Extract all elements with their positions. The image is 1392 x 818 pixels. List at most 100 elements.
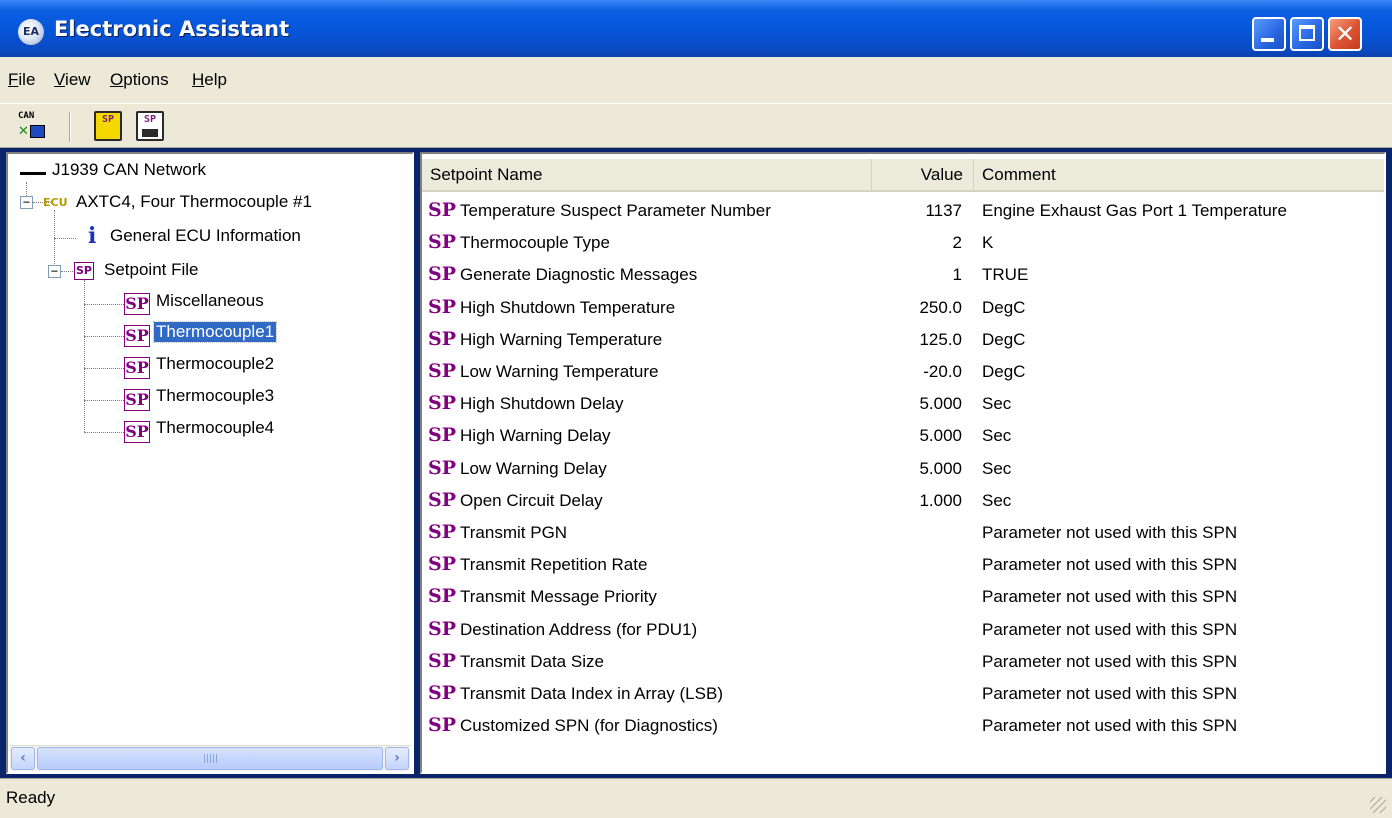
setpoint-value-cell[interactable]: 125.0 <box>872 323 962 356</box>
setpoint-value-cell[interactable] <box>872 613 962 646</box>
table-row[interactable]: SP Destination Address (for PDU1) Paramete… <box>422 613 1384 646</box>
setpoint-name-cell[interactable]: SP Thermocouple Type <box>428 226 868 259</box>
setpoint-name-cell[interactable]: SP High Warning Temperature <box>428 323 868 356</box>
table-row[interactable]: SP Transmit Repetition Rate Parameter not … <box>422 548 1384 581</box>
setpoint-name: Transmit Data Size <box>460 651 604 671</box>
setpoint-name-cell[interactable]: SP Open Circuit Delay <box>428 484 868 517</box>
menu-bar: File View Options Help <box>0 57 1392 103</box>
menu-options[interactable]: Options <box>110 70 169 90</box>
title-bar[interactable]: EA Electronic Assistant ✕ <box>0 0 1392 57</box>
setpoint-comment-cell: Sec <box>982 490 1012 510</box>
setpoint-value-cell[interactable]: 5.000 <box>872 387 962 420</box>
tree-node-can-network[interactable]: J1939 CAN Network <box>52 160 206 180</box>
window-title: Electronic Assistant <box>54 17 290 41</box>
sp-icon: SP <box>428 360 457 382</box>
setpoint-name-cell[interactable]: SP Transmit PGN <box>428 516 868 549</box>
setpoint-value-cell[interactable] <box>872 709 962 742</box>
ecu-tree[interactable]: J1939 CAN Network − ECU AXTC4, Four Ther… <box>6 152 414 774</box>
setpoint-list[interactable]: Setpoint Name Value Comment SP Temperatur… <box>420 152 1386 774</box>
scroll-grip-icon <box>204 754 218 763</box>
save-setpoint-file-button[interactable]: SP <box>136 111 164 141</box>
scroll-left-button[interactable]: ‹ <box>11 747 35 770</box>
setpoint-name-cell[interactable]: SP High Shutdown Delay <box>428 387 868 420</box>
setpoint-value-cell[interactable]: 1 <box>872 258 962 291</box>
setpoint-value-cell[interactable] <box>872 580 962 613</box>
tree-connector <box>84 368 124 369</box>
setpoint-value-cell[interactable]: 5.000 <box>872 452 962 485</box>
table-row[interactable]: SP High Shutdown Temperature 250.0 DegC <box>422 291 1384 324</box>
setpoint-value-cell[interactable] <box>872 645 962 678</box>
table-row[interactable]: SP Transmit Message Priority Parameter not… <box>422 580 1384 613</box>
minimize-button[interactable] <box>1252 17 1286 51</box>
setpoint-value-cell[interactable]: -20.0 <box>872 355 962 388</box>
setpoint-value-cell[interactable]: 5.000 <box>872 419 962 452</box>
tree-node-general-ecu-info[interactable]: General ECU Information <box>110 226 301 246</box>
open-setpoint-file-button[interactable]: SP <box>94 111 122 141</box>
setpoint-value-cell[interactable]: 1137 <box>872 194 962 227</box>
table-row[interactable]: SP Generate Diagnostic Messages 1 TRUE <box>422 258 1384 291</box>
setpoint-name-cell[interactable]: SP High Shutdown Temperature <box>428 291 868 324</box>
setpoint-comment-cell: Parameter not used with this SPN <box>982 684 1238 703</box>
tree-node-ecu[interactable]: AXTC4, Four Thermocouple #1 <box>76 192 312 212</box>
setpoint-name-cell[interactable]: SP Low Warning Delay <box>428 452 868 485</box>
close-button[interactable]: ✕ <box>1328 17 1362 51</box>
setpoint-value-cell[interactable] <box>872 677 962 710</box>
tree-node-thermocouple3[interactable]: Thermocouple3 <box>156 386 274 406</box>
setpoint-name-cell[interactable]: SP Generate Diagnostic Messages <box>428 258 868 291</box>
monitor-icon <box>30 125 45 138</box>
table-row[interactable]: SP Transmit PGN Parameter not used with th… <box>422 516 1384 549</box>
setpoint-value-cell[interactable]: 1.000 <box>872 484 962 517</box>
table-row[interactable]: SP Transmit Data Index in Array (LSB) Para… <box>422 677 1384 710</box>
table-row[interactable]: SP Low Warning Delay 5.000 Sec <box>422 452 1384 485</box>
setpoint-value-cell[interactable] <box>872 548 962 581</box>
table-row[interactable]: SP Transmit Data Size Parameter not used w… <box>422 645 1384 678</box>
table-row[interactable]: SP Thermocouple Type 2 K <box>422 226 1384 259</box>
app-logo-icon[interactable]: EA <box>18 19 44 45</box>
table-row[interactable]: SP High Warning Delay 5.000 Sec <box>422 419 1384 452</box>
tree-collapse-toggle-setpoint-file[interactable]: − <box>48 265 61 278</box>
sp-icon: SP <box>428 617 457 640</box>
setpoint-name-cell[interactable]: SP Transmit Data Size <box>428 645 868 678</box>
setpoint-name-cell[interactable]: SP High Warning Delay <box>428 419 868 452</box>
setpoint-name-cell[interactable]: SP Transmit Message Priority <box>428 580 868 613</box>
tree-collapse-toggle-ecu[interactable]: − <box>20 196 33 209</box>
setpoint-name-cell[interactable]: SP Transmit Repetition Rate <box>428 548 868 581</box>
table-row[interactable]: SP Temperature Suspect Parameter Number 11… <box>422 194 1384 227</box>
tree-horizontal-scrollbar[interactable]: ‹ › <box>10 745 410 771</box>
resize-grip-icon[interactable] <box>1370 797 1386 813</box>
tree-node-thermocouple1[interactable]: Thermocouple1 <box>152 321 278 343</box>
tree-node-thermocouple4[interactable]: Thermocouple4 <box>156 418 274 438</box>
menu-help[interactable]: Help <box>192 70 227 90</box>
sp-icon: SP <box>428 392 457 415</box>
menu-file[interactable]: File <box>8 70 35 90</box>
can-connect-button[interactable]: CAN ✕ <box>18 111 46 141</box>
tree-node-setpoint-file[interactable]: Setpoint File <box>104 260 199 280</box>
maximize-button[interactable] <box>1290 17 1324 51</box>
setpoint-value-cell[interactable]: 250.0 <box>872 291 962 324</box>
table-row[interactable]: SP High Shutdown Delay 5.000 Sec <box>422 387 1384 420</box>
column-header-comment[interactable]: Comment <box>974 159 1384 190</box>
table-row[interactable]: SP Open Circuit Delay 1.000 Sec <box>422 484 1384 517</box>
table-row[interactable]: SP Low Warning Temperature -20.0 DegC <box>422 355 1384 388</box>
toolbar-separator <box>69 112 71 142</box>
setpoint-name-cell[interactable]: SP Transmit Data Index in Array (LSB) <box>428 677 868 710</box>
chevron-right-icon: › <box>394 750 400 766</box>
scroll-right-button[interactable]: › <box>385 747 409 770</box>
setpoint-value-cell[interactable]: 2 <box>872 226 962 259</box>
ecu-icon: ECU <box>43 196 68 209</box>
sp-icon: SP <box>428 585 457 608</box>
menu-view[interactable]: View <box>54 70 91 90</box>
setpoint-name-cell[interactable]: SP Temperature Suspect Parameter Number <box>428 194 868 227</box>
scroll-thumb[interactable] <box>37 747 383 770</box>
column-header-value[interactable]: Value <box>872 159 974 190</box>
table-row[interactable]: SP High Warning Temperature 125.0 DegC <box>422 323 1384 356</box>
table-row[interactable]: SP Customized SPN (for Diagnostics) Parame… <box>422 709 1384 742</box>
setpoint-value-cell[interactable] <box>872 516 962 549</box>
tree-node-miscellaneous[interactable]: Miscellaneous <box>156 291 264 311</box>
column-header-setpoint-name[interactable]: Setpoint Name <box>422 159 872 190</box>
setpoint-comment-cell: Parameter not used with this SPN <box>982 555 1238 575</box>
setpoint-name-cell[interactable]: SP Destination Address (for PDU1) <box>428 613 868 646</box>
setpoint-name-cell[interactable]: SP Low Warning Temperature <box>428 355 868 388</box>
tree-node-thermocouple2[interactable]: Thermocouple2 <box>156 354 274 374</box>
setpoint-name-cell[interactable]: SP Customized SPN (for Diagnostics) <box>428 709 868 742</box>
